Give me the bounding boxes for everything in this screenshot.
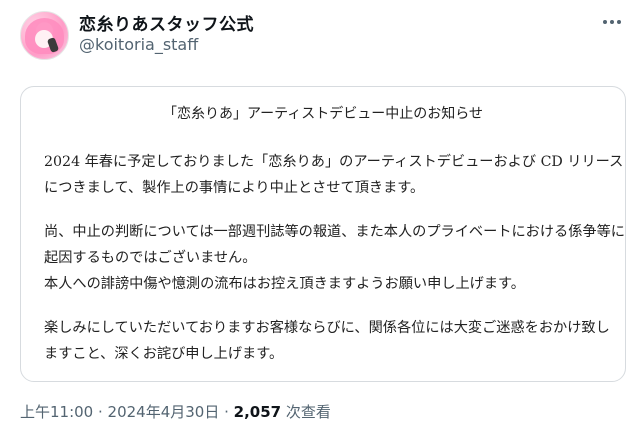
views-count: 2,057 — [233, 403, 282, 421]
more-horizontal-icon[interactable] — [597, 12, 627, 32]
notice-paragraph-1: 2024 年春に予定しておりました「恋糸りあ」のアーティストデビューおよび CD… — [44, 149, 623, 201]
notice-line: ますこと、深くお詫び申し上げます。 — [44, 346, 284, 362]
attached-notice-image[interactable]: 「恋糸りあ」アーティストデビュー中止のお知らせ 2024 年春に予定しておりまし… — [20, 86, 626, 382]
meta-separator: · — [219, 403, 234, 421]
notice-line: 2024 年春に予定しておりました「恋糸りあ」のアーティストデビューおよび CD… — [44, 154, 624, 170]
meta-separator: · — [93, 403, 108, 421]
notice-line: につきまして、製作上の事情により中止とさせて頂きます。 — [44, 180, 425, 196]
notice-line: 尚、中止の判断については一部週刊誌等の報道、また本人のプライベートにおける係争等… — [44, 224, 625, 240]
notice-line: 起因するものではございません。 — [44, 250, 257, 266]
notice-line: 楽しみにしていただいておりますお客様ならびに、関係各位には大変ご迷惑をおかけ致し — [44, 320, 610, 336]
display-name[interactable]: 恋糸りあスタッフ公式 — [79, 10, 254, 35]
more-dots-svg — [603, 20, 621, 24]
views-label: 次查看 — [281, 403, 331, 421]
post-metadata: 上午11:00 · 2024年4月30日 · 2,057 次查看 — [20, 401, 331, 422]
notice-paragraph-3: 楽しみにしていただいておりますお客様ならびに、関係各位には大変ご迷惑をおかけ致し… — [44, 315, 610, 367]
post-date-link[interactable]: 2024年4月30日 — [108, 403, 220, 421]
notice-line: 本人への誹謗中傷や憶測の流布はお控え頂きますようお願い申し上げます。 — [44, 276, 525, 292]
notice-paragraph-2: 尚、中止の判断については一部週刊誌等の報道、また本人のプライベートにおける係争等… — [44, 219, 625, 297]
post-time-link[interactable]: 上午11:00 — [20, 403, 93, 421]
account-handle[interactable]: @koitoria_staff — [79, 35, 198, 54]
profile-avatar[interactable] — [20, 11, 69, 60]
notice-title: 「恋糸りあ」アーティストデビュー中止のお知らせ — [162, 106, 484, 122]
